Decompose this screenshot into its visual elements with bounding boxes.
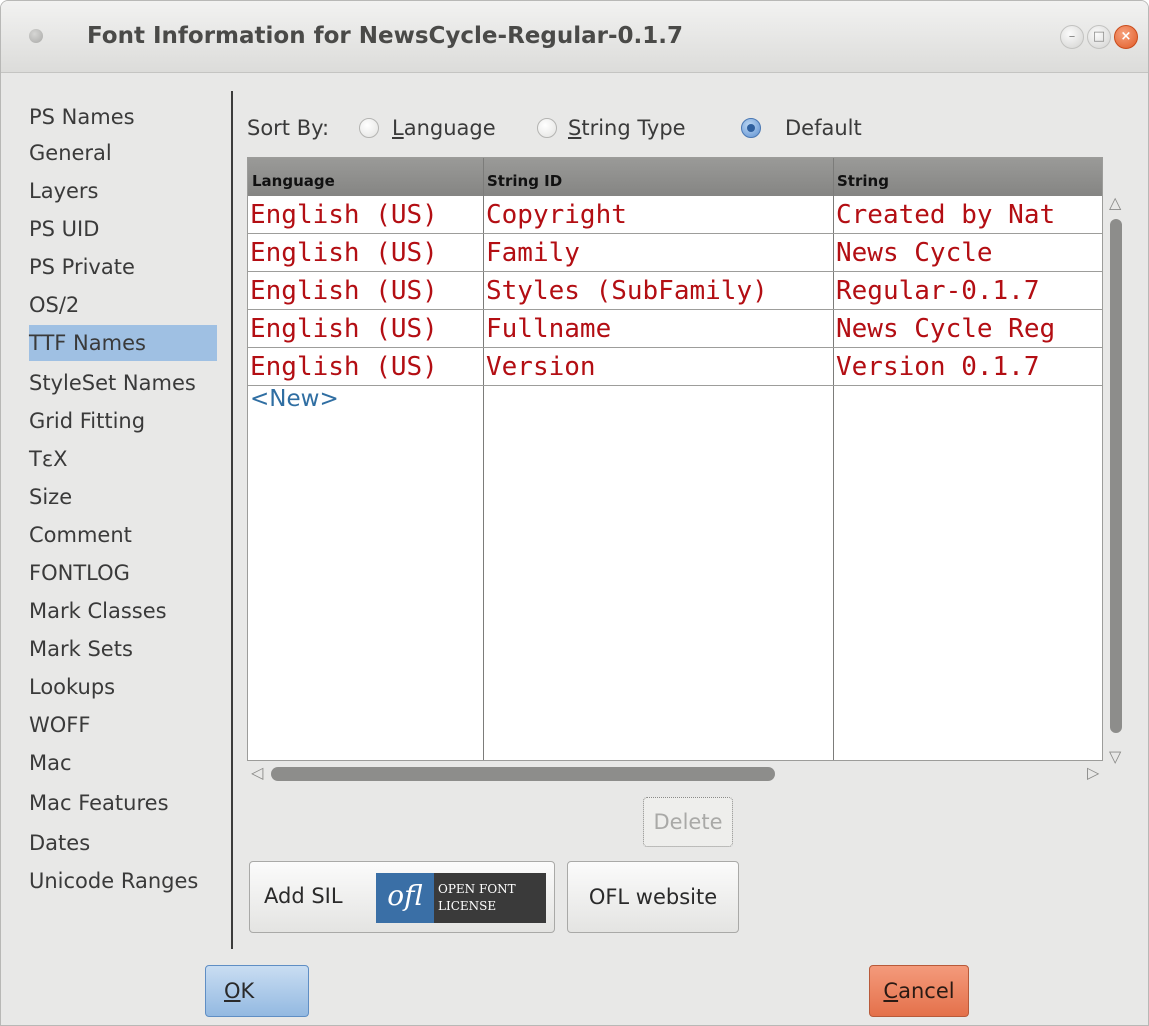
sidebar-item-tex[interactable]: TεX <box>29 441 219 477</box>
new-row-entry[interactable]: <New> <box>250 386 339 412</box>
minimize-button[interactable]: – <box>1060 25 1084 49</box>
cell-string[interactable]: News Cycle <box>836 235 1102 271</box>
font-info-dialog: Font Information for NewsCycle-Regular-0… <box>0 0 1149 1026</box>
scroll-down-arrow-icon[interactable]: ▽ <box>1109 749 1121 765</box>
sidebar-item-ttf-names[interactable]: TTF Names <box>29 325 217 361</box>
cell-language[interactable]: English (US) <box>250 197 482 233</box>
cell-string[interactable]: Created by Nat <box>836 197 1102 233</box>
scroll-left-arrow-icon[interactable]: ◁ <box>251 765 263 781</box>
sidebar-divider <box>231 91 233 949</box>
close-button[interactable]: × <box>1114 25 1138 49</box>
add-sil-label: Add SIL <box>264 884 343 908</box>
sidebar-item-ps-uid[interactable]: PS UID <box>29 211 219 247</box>
cell-string-id[interactable]: Family <box>486 235 832 271</box>
sort-default-label[interactable]: Default <box>785 113 862 143</box>
vertical-scrollbar[interactable]: △ ▽ <box>1104 195 1134 767</box>
cell-string[interactable]: News Cycle Reg <box>836 311 1102 347</box>
column-header-language[interactable]: Language <box>252 172 335 190</box>
cell-string[interactable]: Version 0.1.7 <box>836 349 1102 385</box>
sidebar-item-styleset-names[interactable]: StyleSet Names <box>29 365 219 401</box>
cancel-button[interactable]: Cancel <box>869 965 969 1017</box>
sidebar-item-mark-sets[interactable]: Mark Sets <box>29 631 219 667</box>
sort-language-radio[interactable] <box>359 118 379 138</box>
sidebar-item-ps-names[interactable]: PS Names <box>29 99 219 135</box>
scroll-right-arrow-icon[interactable]: ▷ <box>1087 765 1099 781</box>
vertical-scroll-thumb[interactable] <box>1110 219 1122 733</box>
ofl-website-button[interactable]: OFL website <box>567 861 739 933</box>
column-header-string-id[interactable]: String ID <box>487 172 562 190</box>
sidebar-item-layers[interactable]: Layers <box>29 173 219 209</box>
horizontal-scrollbar[interactable]: ◁ ▷ <box>247 761 1103 787</box>
table-row[interactable]: English (US) Copyright Created by Nat <box>248 196 1102 234</box>
cell-language[interactable]: English (US) <box>250 311 482 347</box>
table-header: Language String ID String <box>248 158 1102 196</box>
title-bar[interactable]: Font Information for NewsCycle-Regular-0… <box>1 1 1148 73</box>
cell-string-id[interactable]: Fullname <box>486 311 832 347</box>
app-icon <box>29 29 43 43</box>
window-title: Font Information for NewsCycle-Regular-0… <box>87 23 683 49</box>
sidebar-item-woff[interactable]: WOFF <box>29 707 219 743</box>
column-header-string[interactable]: String <box>837 172 889 190</box>
sidebar: PS Names General Layers PS UID PS Privat… <box>1 73 233 953</box>
sort-string-type-label[interactable]: String Type <box>568 113 686 143</box>
ofl-badge-line2: LICENSE <box>438 899 497 913</box>
sidebar-item-os2[interactable]: OS/2 <box>29 287 219 323</box>
sidebar-item-general[interactable]: General <box>29 135 219 171</box>
sidebar-item-lookups[interactable]: Lookups <box>29 669 219 705</box>
cell-language[interactable]: English (US) <box>250 349 482 385</box>
sort-default-radio[interactable] <box>741 118 761 138</box>
sidebar-item-mac[interactable]: Mac <box>29 745 219 781</box>
sidebar-item-comment[interactable]: Comment <box>29 517 219 553</box>
ofl-badge-line1: OPEN FONT <box>438 882 516 896</box>
ttf-names-table[interactable]: Language String ID String English (US) C… <box>247 157 1103 761</box>
sort-string-type-radio[interactable] <box>537 118 557 138</box>
sidebar-item-ps-private[interactable]: PS Private <box>29 249 219 285</box>
maximize-button[interactable]: □ <box>1087 25 1111 49</box>
sidebar-item-size[interactable]: Size <box>29 479 219 515</box>
ofl-logo-icon: ofl <box>376 873 434 923</box>
cell-string-id[interactable]: Styles (SubFamily) <box>486 273 832 309</box>
sort-by-label: Sort By: <box>247 116 330 140</box>
sidebar-item-fontlog[interactable]: FONTLOG <box>29 555 219 591</box>
sidebar-item-unicode-ranges[interactable]: Unicode Ranges <box>29 863 219 899</box>
sort-language-label[interactable]: Language <box>392 113 496 143</box>
table-row[interactable]: English (US) Fullname News Cycle Reg <box>248 310 1102 348</box>
cell-string[interactable]: Regular-0.1.7 <box>836 273 1102 309</box>
scroll-up-arrow-icon[interactable]: △ <box>1109 195 1121 211</box>
cell-language[interactable]: English (US) <box>250 235 482 271</box>
table-row[interactable]: English (US) Styles (SubFamily) Regular-… <box>248 272 1102 310</box>
table-row[interactable]: English (US) Family News Cycle <box>248 234 1102 272</box>
sidebar-item-dates[interactable]: Dates <box>29 825 219 861</box>
sidebar-item-grid-fitting[interactable]: Grid Fitting <box>29 403 219 439</box>
ofl-badge: ofl OPEN FONT LICENSE <box>376 873 546 923</box>
table-row[interactable]: English (US) Version Version 0.1.7 <box>248 348 1102 386</box>
cell-string-id[interactable]: Copyright <box>486 197 832 233</box>
cell-string-id[interactable]: Version <box>486 349 832 385</box>
ok-button[interactable]: OK <box>205 965 309 1017</box>
sidebar-item-mac-features[interactable]: Mac Features <box>29 785 219 821</box>
sidebar-item-mark-classes[interactable]: Mark Classes <box>29 593 219 629</box>
delete-button[interactable]: Delete <box>643 797 733 847</box>
cell-language[interactable]: English (US) <box>250 273 482 309</box>
horizontal-scroll-thumb[interactable] <box>271 767 775 781</box>
add-sil-button[interactable]: Add SIL ofl OPEN FONT LICENSE <box>249 861 555 933</box>
